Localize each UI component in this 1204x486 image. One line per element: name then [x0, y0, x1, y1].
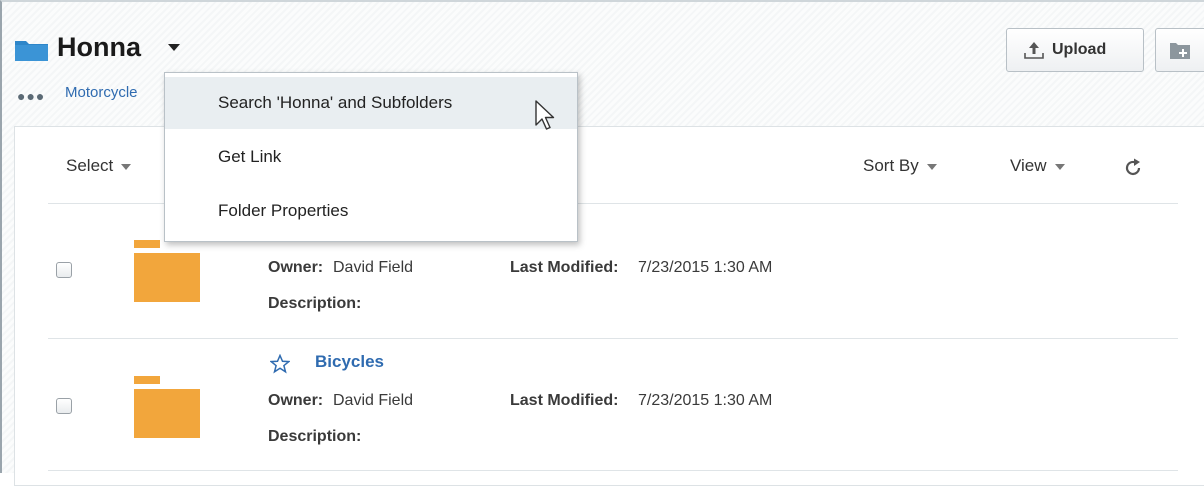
owner-label: Owner:	[268, 259, 324, 276]
menu-item-label: Get Link	[218, 147, 282, 166]
owner-value: David Field	[333, 392, 414, 409]
row-checkbox[interactable]	[56, 398, 72, 414]
modified-label: Last Modified:	[510, 392, 619, 409]
select-dropdown[interactable]: Select	[66, 156, 132, 176]
select-label: Select	[66, 156, 114, 175]
breadcrumb-link[interactable]: Motorcycle	[65, 84, 138, 101]
sort-by-dropdown[interactable]: Sort By	[863, 156, 937, 176]
folder-name-link[interactable]: Bicycles	[315, 352, 384, 372]
folder-icon	[15, 41, 48, 61]
divider	[48, 470, 1178, 471]
page-title[interactable]: Honna	[57, 32, 141, 63]
refresh-icon[interactable]	[1122, 157, 1144, 179]
menu-item-label: Search 'Honna' and Subfolders	[218, 93, 453, 112]
modified-value: 7/23/2015 1:30 AM	[638, 259, 773, 276]
modified-value: 7/23/2015 1:30 AM	[638, 392, 773, 409]
title-dropdown-icon[interactable]	[168, 44, 180, 51]
mouse-cursor-icon	[535, 100, 555, 130]
row-checkbox[interactable]	[56, 262, 72, 278]
folder-icon[interactable]	[134, 376, 200, 438]
upload-button[interactable]: Upload	[1006, 28, 1144, 72]
view-dropdown[interactable]: View	[1010, 156, 1065, 176]
divider	[48, 338, 1178, 339]
view-label: View	[1010, 156, 1047, 175]
new-folder-icon	[1170, 43, 1190, 59]
menu-item-search-subfolders[interactable]: Search 'Honna' and Subfolders	[165, 77, 577, 129]
modified-label: Last Modified:	[510, 259, 619, 276]
description-label: Description:	[268, 428, 362, 445]
menu-item-folder-properties[interactable]: Folder Properties	[165, 185, 577, 237]
menu-item-label: Folder Properties	[218, 201, 349, 220]
chevron-down-icon	[1054, 163, 1065, 170]
breadcrumb-overflow[interactable]: ●●●	[17, 88, 45, 104]
star-icon[interactable]	[270, 354, 290, 374]
owner-label: Owner:	[268, 392, 324, 409]
folder-icon[interactable]	[134, 240, 200, 302]
owner-value: David Field	[333, 259, 414, 276]
upload-icon	[1024, 42, 1044, 59]
menu-item-get-link[interactable]: Get Link	[165, 131, 577, 183]
upload-label: Upload	[1052, 41, 1107, 58]
chevron-down-icon	[121, 163, 132, 170]
new-folder-button[interactable]	[1155, 28, 1204, 72]
chevron-down-icon	[926, 163, 937, 170]
sort-by-label: Sort By	[863, 156, 919, 175]
description-label: Description:	[268, 295, 362, 312]
folder-actions-menu: Search 'Honna' and Subfolders Get Link F…	[164, 72, 578, 242]
